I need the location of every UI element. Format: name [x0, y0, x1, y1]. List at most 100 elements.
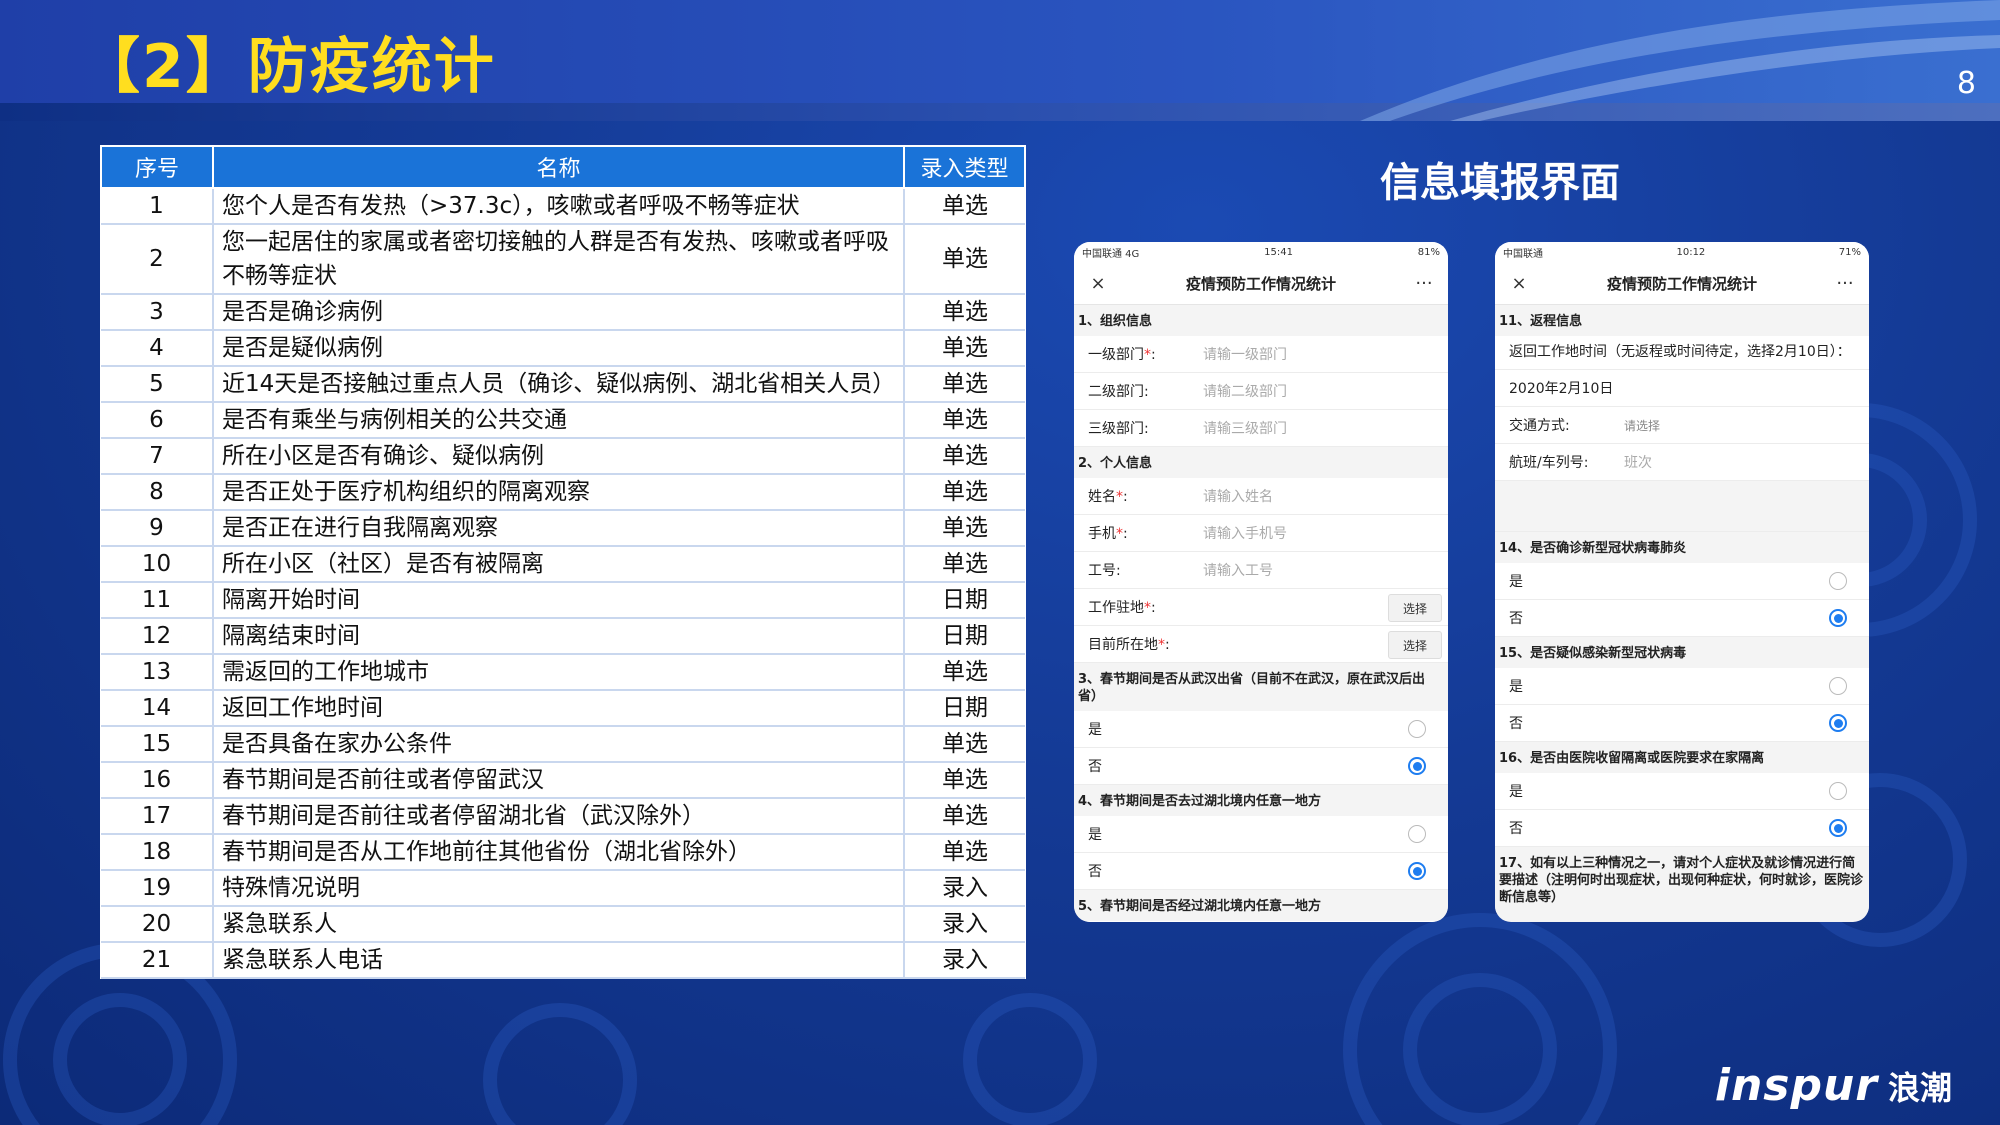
table-row: 13 需返回的工作地城市 单选: [101, 654, 1025, 691]
radio-button-selected[interactable]: [1829, 819, 1847, 837]
q16-option-yes[interactable]: 是: [1495, 773, 1869, 810]
table-row: 16 春节期间是否前往或者停留武汉 单选: [101, 762, 1025, 799]
table-row: 9 是否正在进行自我隔离观察 单选: [101, 510, 1025, 547]
section-q14: 14、是否确诊新型冠状病毒肺炎: [1495, 532, 1869, 563]
section-q16: 16、是否由医院收留隔离或医院要求在家隔离: [1495, 742, 1869, 773]
slide-title: 【2】防疫统计: [80, 32, 496, 102]
nav-bar: × 疫情预防工作情况统计 ···: [1074, 262, 1448, 305]
table-row: 20 紧急联系人 录入: [101, 906, 1025, 943]
radio-button[interactable]: [1829, 782, 1847, 800]
transport-select[interactable]: 请选择: [1624, 417, 1660, 434]
row-type: 录入: [904, 942, 1025, 979]
q4-option-yes[interactable]: 是: [1074, 816, 1448, 853]
dept1-field[interactable]: 一级部门*: 请输一级部门: [1074, 336, 1448, 373]
more-icon[interactable]: ···: [1414, 273, 1434, 294]
q4-option-no[interactable]: 否: [1074, 853, 1448, 890]
employee-id-field[interactable]: 工号: 请输入工号: [1074, 552, 1448, 589]
radio-button-selected[interactable]: [1829, 714, 1847, 732]
row-type: 单选: [904, 798, 1025, 835]
section-return-info: 11、返程信息: [1495, 305, 1869, 336]
radio-button[interactable]: [1829, 572, 1847, 590]
current-location-select-button[interactable]: 选择: [1388, 631, 1442, 659]
table-row: 5 近14天是否接触过重点人员（确诊、疑似病例、湖北省相关人员） 单选: [101, 366, 1025, 403]
row-type: 日期: [904, 690, 1025, 727]
row-name: 所在小区是否有确诊、疑似病例: [213, 438, 905, 475]
radio-button[interactable]: [1408, 825, 1426, 843]
option-label: 否: [1509, 611, 1523, 627]
row-type: 单选: [904, 654, 1025, 691]
section-q4: 4、春节期间是否去过湖北境内任意一地方: [1074, 785, 1448, 816]
radio-button-selected[interactable]: [1408, 862, 1426, 880]
battery-label: 71%: [1838, 246, 1861, 258]
column-header-name: 名称: [212, 145, 905, 189]
row-name: 是否有乘坐与病例相关的公共交通: [213, 402, 905, 439]
mobile-field[interactable]: 手机*: 请输入手机号: [1074, 515, 1448, 552]
blank-row: [1495, 481, 1869, 532]
return-time-field[interactable]: 2020年2月10日: [1495, 370, 1869, 407]
table-row: 18 春节期间是否从工作地前往其他省份（湖北省除外） 单选: [101, 834, 1025, 871]
table-row: 2 您一起居住的家属或者密切接触的人群是否有发热、咳嗽或者呼吸不畅等症状 单选: [101, 224, 1025, 295]
battery-label: 81%: [1417, 246, 1440, 258]
transport-field[interactable]: 交通方式: 请选择: [1495, 407, 1869, 444]
option-label: 是: [1509, 784, 1523, 800]
name-field[interactable]: 姓名*: 请输入姓名: [1074, 478, 1448, 515]
clock-label: 15:41: [1264, 246, 1293, 258]
work-location-select-button[interactable]: 选择: [1388, 594, 1442, 622]
mobile-label: 手机: [1088, 526, 1116, 542]
flight-label: 航班/车列号:: [1509, 455, 1589, 471]
form-section-title: 信息填报界面: [1380, 160, 1620, 206]
radio-button-selected[interactable]: [1829, 609, 1847, 627]
employee-id-input[interactable]: 请输入工号: [1203, 560, 1273, 580]
row-name: 是否正处于医疗机构组织的隔离观察: [213, 474, 905, 511]
q15-option-yes[interactable]: 是: [1495, 668, 1869, 705]
q3-option-yes[interactable]: 是: [1074, 711, 1448, 748]
page-number: 8: [1956, 66, 1976, 101]
row-index: 5: [101, 366, 214, 403]
row-type: 单选: [904, 438, 1025, 475]
radio-button-selected[interactable]: [1408, 757, 1426, 775]
option-label: 是: [1509, 574, 1523, 590]
close-icon[interactable]: ×: [1509, 273, 1529, 294]
close-icon[interactable]: ×: [1088, 273, 1108, 294]
row-index: 1: [101, 188, 214, 225]
transport-label: 交通方式:: [1509, 418, 1570, 434]
q14-option-yes[interactable]: 是: [1495, 563, 1869, 600]
mobile-input[interactable]: 请输入手机号: [1203, 523, 1287, 543]
q3-option-no[interactable]: 否: [1074, 748, 1448, 785]
option-label: 是: [1088, 827, 1102, 843]
dept2-input[interactable]: 请输二级部门: [1203, 381, 1287, 401]
epidemic-statistics-table: 序号 名称 录入类型 1 您个人是否有发热（>37.3c），咳嗽或者呼吸不畅等症状…: [100, 145, 1026, 979]
flight-input[interactable]: 班次: [1624, 452, 1652, 472]
nav-title: 疫情预防工作情况统计: [1606, 274, 1757, 293]
q5-option-yes[interactable]: 是: [1074, 921, 1448, 922]
clock-label: 10:12: [1676, 246, 1706, 258]
row-type: 单选: [904, 224, 1025, 295]
row-index: 20: [101, 906, 214, 943]
more-icon[interactable]: ···: [1835, 273, 1855, 294]
flight-field[interactable]: 航班/车列号: 班次: [1495, 444, 1869, 481]
row-type: 单选: [904, 834, 1025, 871]
dept3-field[interactable]: 三级部门: 请输三级部门: [1074, 410, 1448, 447]
row-name: 春节期间是否前往或者停留湖北省（武汉除外）: [213, 798, 905, 835]
row-type: 日期: [904, 618, 1025, 655]
row-index: 7: [101, 438, 214, 475]
q15-option-no[interactable]: 否: [1495, 705, 1869, 742]
row-name: 所在小区（社区）是否有被隔离: [213, 546, 905, 583]
q14-option-no[interactable]: 否: [1495, 600, 1869, 637]
q16-option-no[interactable]: 否: [1495, 810, 1869, 847]
dept3-input[interactable]: 请输三级部门: [1203, 418, 1287, 438]
dept2-field[interactable]: 二级部门: 请输二级部门: [1074, 373, 1448, 410]
radio-button[interactable]: [1408, 720, 1426, 738]
row-index: 4: [101, 330, 214, 367]
table-row: 14 返回工作地时间 日期: [101, 690, 1025, 727]
logo-chinese: 浪潮: [1887, 1068, 1952, 1107]
row-index: 15: [101, 726, 214, 763]
dept1-input[interactable]: 请输一级部门: [1203, 344, 1287, 364]
table-row: 4 是否是疑似病例 单选: [101, 330, 1025, 367]
table-row: 10 所在小区（社区）是否有被隔离 单选: [101, 546, 1025, 583]
return-time-value[interactable]: 2020年2月10日: [1509, 378, 1613, 398]
table-row: 19 特殊情况说明 录入: [101, 870, 1025, 907]
radio-button[interactable]: [1829, 677, 1847, 695]
row-index: 17: [101, 798, 214, 835]
name-input[interactable]: 请输入姓名: [1203, 486, 1273, 506]
